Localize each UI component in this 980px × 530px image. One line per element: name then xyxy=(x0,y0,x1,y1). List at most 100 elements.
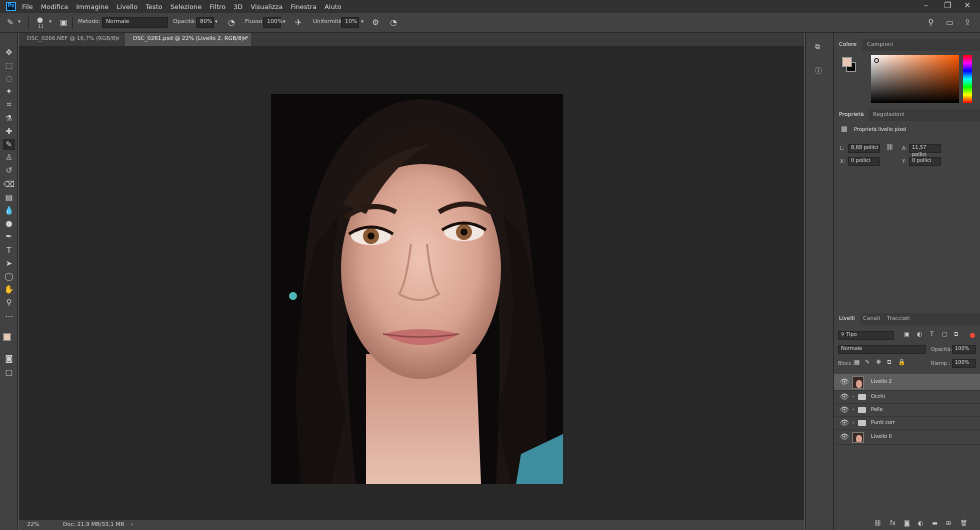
eye-icon[interactable]: 👁 xyxy=(840,376,849,389)
lock-position-icon[interactable]: ✥ xyxy=(876,358,881,367)
brush-tool-icon[interactable]: ✎ xyxy=(7,17,14,28)
pressure-size-icon[interactable]: ◔ xyxy=(390,17,397,28)
tab-tracciati[interactable]: Tracciati xyxy=(882,313,915,325)
y-input[interactable]: 0 pollici xyxy=(909,157,941,166)
color-picker-handle[interactable] xyxy=(874,58,879,63)
eye-icon[interactable]: 👁 xyxy=(840,404,849,417)
filter-type-icon[interactable]: T xyxy=(930,330,934,339)
link-icon[interactable]: ⛓ xyxy=(886,143,894,152)
layer-row[interactable]: 👁 › Punti corr xyxy=(834,417,980,430)
filter-adjustment-icon[interactable]: ◐ xyxy=(917,330,922,339)
layer-row[interactable]: 👁 Livello 0 xyxy=(834,430,980,445)
move-tool-icon[interactable]: ✥ xyxy=(3,47,15,58)
magic-wand-tool-icon[interactable]: ✦ xyxy=(3,86,15,97)
info-panel-icon[interactable]: ⓘ xyxy=(815,67,822,76)
dodge-tool-icon[interactable]: ● xyxy=(3,218,15,229)
layer-row[interactable]: 👁 › Pelle xyxy=(834,404,980,417)
chevron-right-icon[interactable]: › xyxy=(852,417,854,430)
chevron-right-icon[interactable]: › xyxy=(852,404,854,417)
pen-tool-icon[interactable]: ✒ xyxy=(3,231,15,242)
lock-all-icon[interactable]: 🔒 xyxy=(898,358,905,367)
menu-finestra[interactable]: Finestra xyxy=(291,3,317,11)
brush-tool-icon[interactable]: ✎ xyxy=(3,139,15,150)
more-tools-icon[interactable]: ⋯ xyxy=(3,311,15,322)
layer-row[interactable]: 👁 Livello 2 xyxy=(834,374,980,391)
layer-name[interactable]: Punti corr xyxy=(871,417,895,430)
close-tab-icon[interactable]: × xyxy=(242,33,247,46)
healing-brush-tool-icon[interactable]: ✚ xyxy=(3,126,15,137)
tab-proprieta[interactable]: Proprietà xyxy=(834,109,869,121)
layer-filter-select[interactable]: ⚲ Tipo xyxy=(838,331,894,340)
zoom-tool-icon[interactable]: ⚲ xyxy=(3,297,15,308)
layer-name[interactable]: Pelle xyxy=(871,404,883,417)
width-input[interactable]: 8,68 pollici xyxy=(848,144,880,153)
tab-regolazioni[interactable]: Regolazioni xyxy=(868,109,910,121)
flusso-input[interactable]: 100% xyxy=(263,17,283,28)
gear-icon[interactable]: ⚙ xyxy=(372,17,379,28)
marquee-tool-icon[interactable]: ⬚ xyxy=(3,60,15,71)
chevron-down-icon[interactable]: ▾ xyxy=(49,17,52,28)
color-field[interactable] xyxy=(871,55,959,103)
menu-visualizza[interactable]: Visualizza xyxy=(251,3,283,11)
filter-smart-object-icon[interactable]: ⧉ xyxy=(954,330,958,339)
gradient-tool-icon[interactable]: ▤ xyxy=(3,192,15,203)
layer-row[interactable]: 👁 › Occhi xyxy=(834,391,980,404)
menu-3d[interactable]: 3D xyxy=(234,3,243,11)
pressure-opacity-icon[interactable]: ◔ xyxy=(228,17,235,28)
chevron-right-icon[interactable]: › xyxy=(131,520,133,530)
airbrush-icon[interactable]: ✈ xyxy=(295,17,302,28)
chevron-down-icon[interactable]: ▾ xyxy=(361,17,364,28)
path-selection-tool-icon[interactable]: ➤ xyxy=(3,258,15,269)
uniformita-input[interactable]: 10% xyxy=(341,17,359,28)
lasso-tool-icon[interactable]: ◌ xyxy=(3,73,15,84)
clone-stamp-tool-icon[interactable]: ♙ xyxy=(3,152,15,163)
foreground-color-swatch[interactable] xyxy=(3,333,11,341)
layer-name[interactable]: Livello 2 xyxy=(871,376,892,389)
metodo-select[interactable]: Normale xyxy=(102,17,168,28)
new-layer-icon[interactable]: ⊞ xyxy=(946,519,951,528)
menu-selezione[interactable]: Selezione xyxy=(170,3,201,11)
history-panel-icon[interactable]: ⧉ xyxy=(815,43,820,52)
add-mask-icon[interactable]: ◙ xyxy=(904,519,910,528)
shape-tool-icon[interactable]: ◯ xyxy=(3,271,15,282)
filter-pixel-icon[interactable]: ▣ xyxy=(904,330,910,339)
tab-dsc-0266[interactable]: DSC_0266.NEF @ 16,7% (RGB/8) × xyxy=(19,33,124,46)
tab-campioni[interactable]: Campioni xyxy=(862,39,898,51)
opacity-input[interactable]: 100% xyxy=(952,345,976,354)
fill-input[interactable]: 100% xyxy=(952,359,976,368)
chevron-down-icon[interactable]: ▾ xyxy=(18,17,21,28)
eye-icon[interactable]: 👁 xyxy=(840,417,849,430)
x-input[interactable]: 0 pollici xyxy=(848,157,880,166)
link-layers-icon[interactable]: ⛓ xyxy=(874,519,882,528)
blend-mode-select[interactable]: Normale xyxy=(838,345,926,354)
foreground-color-swatch[interactable] xyxy=(842,57,852,67)
layer-name[interactable]: Occhi xyxy=(871,391,885,404)
lock-pixels-icon[interactable]: ✎ xyxy=(865,358,870,367)
workspace-icon[interactable]: ▭ xyxy=(946,17,954,28)
filter-shape-icon[interactable]: ▢ xyxy=(942,330,948,339)
hue-slider[interactable] xyxy=(963,55,972,103)
menu-modifica[interactable]: Modifica xyxy=(41,3,68,11)
tab-livelli[interactable]: Livelli xyxy=(834,313,860,325)
tab-colore[interactable]: Colore xyxy=(834,39,862,51)
quick-mask-icon[interactable]: ◙ xyxy=(3,353,15,364)
tab-dsc-0261[interactable]: DSC_0261.psd @ 22% (Livello 2, RGB/8) * … xyxy=(125,33,251,46)
chevron-down-icon[interactable]: ▾ xyxy=(283,17,286,28)
adjustment-layer-icon[interactable]: ◐ xyxy=(918,519,923,528)
share-icon[interactable]: ⇪ xyxy=(964,17,971,28)
hand-tool-icon[interactable]: ✋ xyxy=(3,284,15,295)
document-canvas-portrait[interactable] xyxy=(271,94,563,484)
menu-immagine[interactable]: Immagine xyxy=(76,3,109,11)
menu-filtro[interactable]: Filtro xyxy=(210,3,226,11)
blur-tool-icon[interactable]: 💧 xyxy=(3,205,15,216)
layer-name[interactable]: Livello 0 xyxy=(871,431,892,444)
crop-tool-icon[interactable]: ⌗ xyxy=(3,99,15,110)
menu-aiuto[interactable]: Aiuto xyxy=(324,3,341,11)
eye-icon[interactable]: 👁 xyxy=(840,391,849,404)
close-icon[interactable]: ✕ xyxy=(964,1,971,10)
type-tool-icon[interactable]: T xyxy=(3,245,15,256)
menu-livello[interactable]: Livello xyxy=(117,3,138,11)
menu-testo[interactable]: Testo xyxy=(146,3,163,11)
close-tab-icon[interactable]: × xyxy=(115,33,120,46)
lock-transparent-icon[interactable]: ▦ xyxy=(854,358,860,367)
